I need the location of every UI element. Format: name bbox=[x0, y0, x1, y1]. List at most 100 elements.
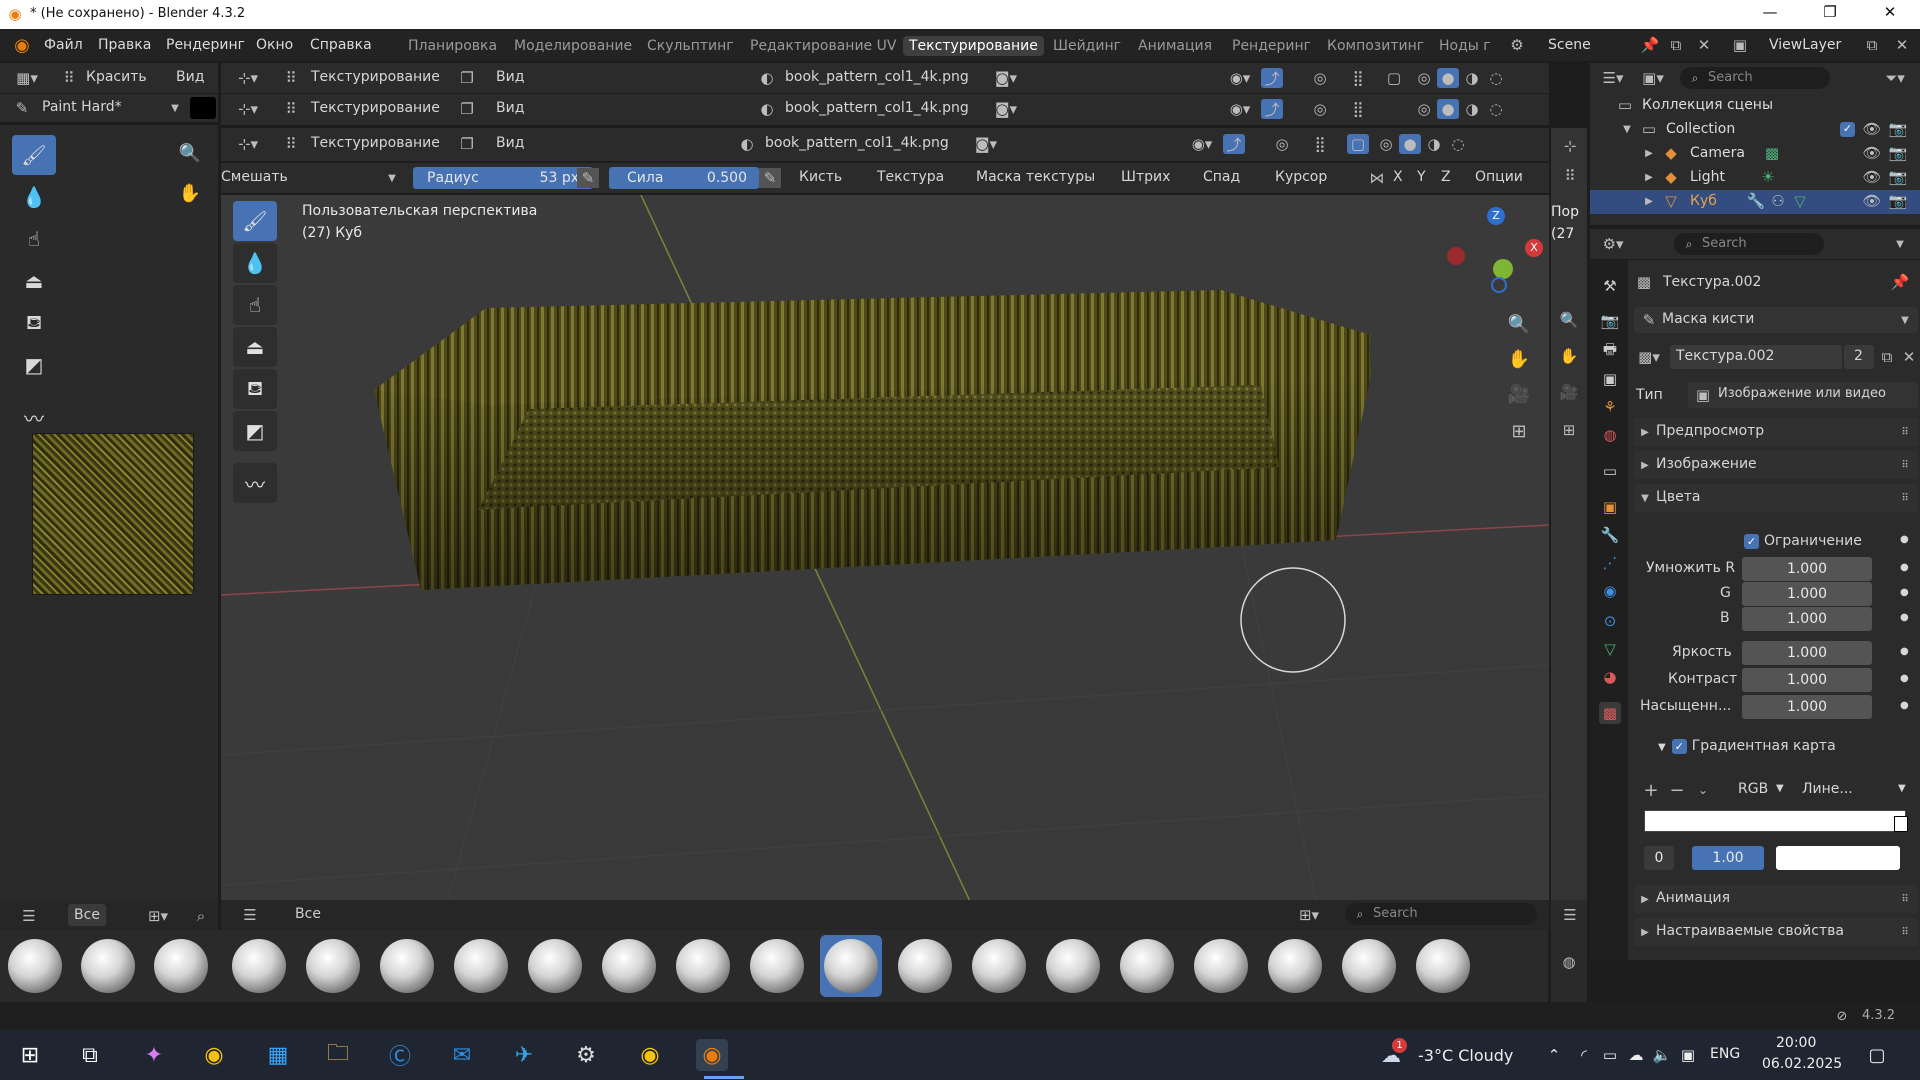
outliner-row-light[interactable]: ▶ ◆ Light ☀ 👁 📷 bbox=[1590, 166, 1920, 190]
wifi-icon[interactable]: ◜ bbox=[1574, 1044, 1594, 1066]
keyframe-dot-icon[interactable]: ● bbox=[1900, 562, 1909, 573]
view-menu[interactable]: Вид bbox=[496, 135, 524, 151]
solid-shading-icon[interactable]: ● bbox=[1437, 68, 1459, 88]
drag-handle-icon[interactable]: ⠿ bbox=[1896, 422, 1914, 442]
brush-thumbnail[interactable] bbox=[1264, 935, 1326, 997]
notifications-icon[interactable]: ▢ bbox=[1864, 1042, 1890, 1068]
tray-chevron-icon[interactable]: ⌃ bbox=[1544, 1044, 1564, 1066]
brush-thumbnail[interactable] bbox=[4, 935, 66, 997]
section-preview[interactable]: ▶ Предпросмотр ⠿ bbox=[1634, 418, 1918, 446]
object-tab-icon[interactable]: ▣ bbox=[1599, 496, 1621, 518]
shading-mode-icon[interactable]: ◙▾ bbox=[991, 99, 1021, 119]
mode-icon[interactable]: ⠿ bbox=[281, 99, 301, 119]
viewport-pan-icon[interactable]: ✋ bbox=[1505, 345, 1533, 373]
soften-tool[interactable]: 💧 bbox=[12, 177, 56, 217]
tab-geometry-nodes[interactable]: Ноды г bbox=[1433, 36, 1493, 56]
tab-texture-paint[interactable]: Текстурирование bbox=[903, 36, 1044, 56]
constraints-tab-icon[interactable]: ⊙ bbox=[1599, 610, 1621, 632]
view-layer-name[interactable]: ViewLayer bbox=[1769, 37, 1841, 53]
mode-icon[interactable]: ⠿ bbox=[281, 134, 301, 154]
editor-type-icon[interactable]: ⊹▾ bbox=[233, 68, 263, 88]
tab-shading[interactable]: Шейдинг bbox=[1047, 36, 1127, 56]
pin-icon[interactable]: 📌 bbox=[1890, 272, 1910, 292]
outliner-row-collection[interactable]: ▼ ▭ Collection ✓ 👁 📷 bbox=[1590, 118, 1920, 142]
mode-dropdown[interactable]: Текстурирование bbox=[311, 100, 440, 116]
solid-shading-icon[interactable]: ● bbox=[1437, 99, 1459, 119]
brush-thumbnail[interactable] bbox=[1042, 935, 1104, 997]
display-icon[interactable]: ▣ bbox=[1678, 1044, 1698, 1066]
outliner-row-cube[interactable]: ▶ ▽ Куб 🔧 ⚇ ▽ 👁 📷 bbox=[1590, 190, 1920, 214]
brush-thumbnail[interactable] bbox=[894, 935, 956, 997]
brush-thumbnail[interactable] bbox=[524, 935, 586, 997]
camera-render-icon[interactable]: 📷 bbox=[1888, 120, 1908, 138]
keyframe-dot-icon[interactable]: ● bbox=[1900, 673, 1909, 684]
task-view-icon[interactable]: ⧉ bbox=[74, 1039, 106, 1071]
view-menu[interactable]: Вид bbox=[496, 69, 524, 85]
viewport-annotate-tool[interactable]: 〰 bbox=[233, 463, 277, 503]
expand-chevron-icon[interactable]: ▼ bbox=[1620, 120, 1634, 138]
texture-users-count[interactable]: 2 bbox=[1844, 345, 1874, 369]
new-view-layer-icon[interactable]: ⧉ bbox=[1862, 35, 1882, 55]
rendered-shading-icon[interactable]: ◌ bbox=[1485, 99, 1507, 119]
radius-field[interactable]: Радиус 53 px bbox=[413, 167, 593, 189]
image-dropdown[interactable]: book_pattern_col1_4k.png bbox=[785, 100, 969, 116]
render-tab-icon[interactable]: 📷 bbox=[1599, 310, 1621, 332]
brush-thumbnail[interactable] bbox=[150, 935, 212, 997]
drag-handle-icon[interactable]: ⠿ bbox=[1896, 455, 1914, 475]
options-menu[interactable]: Опции bbox=[1475, 169, 1523, 185]
keyframe-dot-icon[interactable]: ● bbox=[1900, 700, 1909, 711]
drag-handle-icon[interactable]: ⠿ bbox=[1896, 922, 1914, 942]
tab-animation[interactable]: Анимация bbox=[1132, 36, 1218, 56]
pressure-radius-icon[interactable]: ✎ bbox=[577, 168, 599, 188]
brush-thumbnail[interactable] bbox=[746, 935, 808, 997]
onedrive-icon[interactable]: ☁ bbox=[1626, 1044, 1646, 1066]
keyframe-dot-icon[interactable]: ● bbox=[1900, 612, 1909, 623]
gizmo-y-icon[interactable] bbox=[1493, 259, 1513, 279]
duplicate-icon[interactable]: ⧉ bbox=[1878, 347, 1896, 367]
strength-field[interactable]: Сила 0.500 bbox=[609, 167, 759, 189]
multiply-b-field[interactable]: 1.000 bbox=[1742, 607, 1872, 631]
mode-icon[interactable]: ⠿ bbox=[281, 68, 301, 88]
language-indicator[interactable]: ENG bbox=[1710, 1046, 1740, 1062]
gizmo-z-icon[interactable]: Z bbox=[1487, 207, 1505, 225]
mask-tool[interactable]: ◩ bbox=[12, 345, 56, 385]
drag-handle-icon[interactable]: ⠿ bbox=[1896, 889, 1914, 909]
camera-data-icon[interactable]: ▩ bbox=[1762, 144, 1782, 162]
include-checkbox[interactable]: ✓ bbox=[1840, 122, 1855, 137]
menu-edit[interactable]: Правка bbox=[98, 37, 151, 53]
color-ramp-toggle[interactable]: ▼ ✓ Градиентная карта bbox=[1658, 738, 1908, 758]
side-editor-icon[interactable]: ⊹ bbox=[1559, 136, 1581, 156]
blend-dropdown-icon[interactable]: ▼ bbox=[385, 170, 399, 186]
material-tab-icon[interactable]: ◕ bbox=[1599, 666, 1621, 688]
hamburger-icon[interactable]: ☰ bbox=[18, 906, 40, 926]
ramp-stop-color[interactable] bbox=[1776, 846, 1900, 870]
zoom-icon[interactable]: 🔍 bbox=[178, 141, 202, 165]
material-shading-icon[interactable]: ◑ bbox=[1423, 134, 1445, 154]
remove-scene-icon[interactable]: ✕ bbox=[1694, 35, 1714, 55]
properties-search[interactable]: ⌕ Search bbox=[1674, 233, 1824, 255]
multiply-g-field[interactable]: 1.000 bbox=[1742, 582, 1872, 606]
tab-rendering[interactable]: Рендеринг bbox=[1226, 36, 1317, 56]
stroke-menu[interactable]: Штрих bbox=[1121, 169, 1170, 185]
weather-text[interactable]: -3°C Cloudy bbox=[1418, 1046, 1513, 1065]
side-pan-icon[interactable]: ✋ bbox=[1557, 344, 1581, 368]
outlook-icon[interactable]: ✉ bbox=[446, 1039, 478, 1071]
xray-icon[interactable]: ▢ bbox=[1347, 134, 1369, 154]
wireframe-shading-icon[interactable]: ◎ bbox=[1375, 134, 1397, 154]
brush-thumbnail[interactable] bbox=[820, 935, 882, 997]
wireframe-shading-icon[interactable]: ◎ bbox=[1413, 99, 1435, 119]
remove-view-layer-icon[interactable]: ✕ bbox=[1892, 35, 1912, 55]
world-tab-icon[interactable]: ◍ bbox=[1599, 424, 1621, 446]
grid-overlay-icon[interactable]: ⣿ bbox=[1347, 99, 1369, 119]
chrome-icon[interactable]: ◉ bbox=[198, 1039, 230, 1071]
overlay-icon[interactable]: ◎ bbox=[1271, 134, 1293, 154]
brush-name[interactable]: Paint Hard* bbox=[42, 99, 122, 115]
tab-uv-editing[interactable]: Редактирование UV bbox=[744, 36, 902, 56]
brightness-field[interactable]: 1.000 bbox=[1742, 641, 1872, 665]
brush-thumbnail[interactable] bbox=[77, 935, 139, 997]
brush-thumbnail[interactable] bbox=[1116, 935, 1178, 997]
side-mode-icon[interactable]: ⠿ bbox=[1559, 166, 1581, 186]
expand-chevron-icon[interactable]: ▶ bbox=[1642, 144, 1656, 162]
side-zoom-icon[interactable]: 🔍 bbox=[1557, 308, 1581, 332]
eye-icon[interactable]: 👁 bbox=[1862, 192, 1882, 210]
